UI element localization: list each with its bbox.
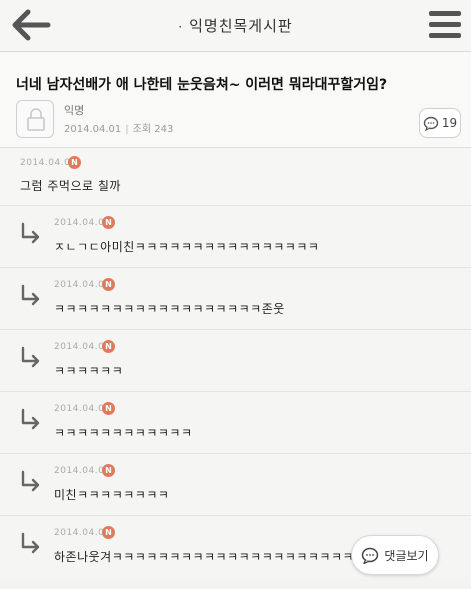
new-badge: N: [102, 278, 115, 291]
new-badge: N: [102, 340, 115, 353]
avatar: [16, 100, 54, 138]
speech-bubble-icon: [423, 116, 439, 131]
reply-item: 2014.04.01 N ㅋㅋㅋㅋㅋㅋㅋㅋㅋㅋㅋㅋㅋㅋㅋㅋㅋㅋ존웃: [0, 268, 471, 330]
new-badge: N: [102, 526, 115, 539]
reply-item: 2014.04.01 N ㅋㅋㅋㅋㅋㅋㅋㅋㅋㅋㅋㅋ: [0, 392, 471, 454]
reply-arrow-icon: [21, 470, 40, 492]
reply-arrow-icon: [21, 532, 40, 554]
post-title: 너네 남자선배가 애 나한테 눈웃음쳐~ 이러면 뭐라대꾸할거임?: [16, 77, 388, 93]
hamburger-menu-icon: [427, 11, 463, 38]
post-date: 2014.04.01: [64, 124, 122, 135]
new-badge: N: [102, 464, 115, 477]
comment-text: ㅋㅋㅋㅋㅋㅋㅋㅋㅋㅋㅋㅋㅋㅋㅋㅋㅋㅋ존웃: [54, 302, 285, 316]
lock-avatar-icon: [27, 108, 45, 131]
comment-count-button[interactable]: 19: [419, 108, 461, 138]
reply-item: 2014.04.01 N 미친ㅋㅋㅋㅋㅋㅋㅋㅋ: [0, 454, 471, 516]
post-author: 익명: [64, 104, 85, 117]
comment-list: 2014.04.01 N 그럼 주먹으로 칠까 2014.04.01 N ㅈㄴㄱ…: [0, 148, 471, 578]
comment-item: 2014.04.01 N 그럼 주먹으로 칠까: [0, 148, 471, 206]
comment-text: 미친ㅋㅋㅋㅋㅋㅋㅋㅋ: [54, 488, 170, 502]
comment-text: 하존나웃겨ㅋㅋㅋㅋㅋㅋㅋㅋㅋㅋㅋㅋㅋㅋㅋㅋㅋㅋㅋㅋㅋㅋ: [54, 550, 366, 564]
speech-bubble-icon: [362, 547, 379, 564]
view-comments-button[interactable]: 댓글보기: [351, 535, 439, 575]
menu-button[interactable]: [427, 8, 463, 44]
reply-arrow-icon: [21, 284, 40, 306]
post-views: 조회 243: [132, 124, 174, 135]
view-comments-label: 댓글보기: [384, 548, 429, 563]
comment-text: ㅋㅋㅋㅋㅋㅋ: [54, 364, 124, 378]
reply-arrow-icon: [21, 222, 40, 244]
board-title: · 익명친목게시판: [0, 15, 471, 36]
comment-text: 그럼 주먹으로 칠까: [20, 179, 121, 193]
comment-count: 19: [441, 116, 458, 130]
post-header: 너네 남자선배가 애 나한테 눈웃음쳐~ 이러면 뭐라대꾸할거임? 익명 201…: [0, 52, 471, 148]
comment-text: ㅈㄴㄱㄷ아미친ㅋㅋㅋㅋㅋㅋㅋㅋㅋㅋㅋㅋㅋㅋㅋㅋ: [54, 240, 320, 254]
new-badge: N: [68, 156, 81, 169]
comment-text: ㅋㅋㅋㅋㅋㅋㅋㅋㅋㅋㅋㅋ: [54, 426, 193, 440]
post-meta: 2014.04.01 | 조회 243: [64, 124, 174, 135]
reply-item: 2014.04.01 N ㅈㄴㄱㄷ아미친ㅋㅋㅋㅋㅋㅋㅋㅋㅋㅋㅋㅋㅋㅋㅋㅋ: [0, 206, 471, 268]
title-dot: ·: [178, 20, 184, 34]
board-title-text: 익명친목게시판: [189, 17, 293, 35]
new-badge: N: [102, 402, 115, 415]
reply-item: 2014.04.01 N ㅋㅋㅋㅋㅋㅋ: [0, 330, 471, 392]
reply-arrow-icon: [21, 346, 40, 368]
reply-arrow-icon: [21, 408, 40, 430]
top-bar: · 익명친목게시판: [0, 0, 471, 52]
new-badge: N: [102, 216, 115, 229]
